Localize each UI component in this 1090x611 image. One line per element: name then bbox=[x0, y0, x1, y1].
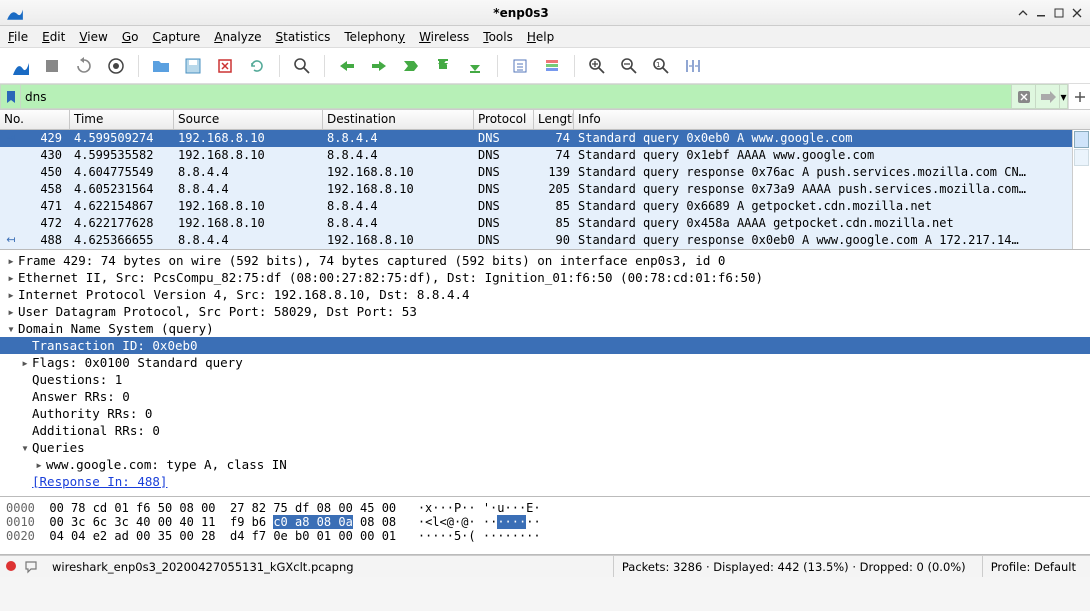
zoom-reset-icon[interactable]: 1 bbox=[647, 52, 675, 80]
packet-column-headers[interactable]: No. Time Source Destination Protocol Len… bbox=[0, 110, 1090, 130]
titlebar: *enp0s3 bbox=[0, 0, 1090, 26]
toolbar: 1 bbox=[0, 48, 1090, 84]
display-filter-bar: ▾ bbox=[0, 84, 1090, 110]
goto-first-icon[interactable] bbox=[429, 52, 457, 80]
capture-options-icon[interactable] bbox=[102, 52, 130, 80]
tree-dns-answer-rrs[interactable]: Answer RRs: 0 bbox=[0, 388, 1090, 405]
display-filter-input[interactable] bbox=[20, 84, 1012, 109]
tree-dns-query-item[interactable]: ▸www.google.com: type A, class IN bbox=[0, 456, 1090, 473]
goto-packet-icon[interactable] bbox=[397, 52, 425, 80]
menu-capture[interactable]: Capture bbox=[152, 30, 200, 44]
menu-edit[interactable]: Edit bbox=[42, 30, 65, 44]
save-file-icon[interactable] bbox=[179, 52, 207, 80]
tree-frame[interactable]: ▸Frame 429: 74 bytes on wire (592 bits),… bbox=[0, 252, 1090, 269]
menu-go[interactable]: Go bbox=[122, 30, 139, 44]
toolbar-separator bbox=[497, 55, 498, 77]
status-profile[interactable]: Profile: Default bbox=[982, 556, 1084, 577]
tree-dns-queries[interactable]: ▾Queries bbox=[0, 439, 1090, 456]
tree-ethernet[interactable]: ▸Ethernet II, Src: PcsCompu_82:75:df (08… bbox=[0, 269, 1090, 286]
wireshark-logo-icon bbox=[6, 4, 24, 22]
packet-row[interactable]: 4304.599535582192.168.8.108.8.4.4DNS74 S… bbox=[0, 147, 1090, 164]
col-header-info[interactable]: Info bbox=[574, 110, 1090, 129]
reload-file-icon[interactable] bbox=[243, 52, 271, 80]
tree-dns-txid[interactable]: Transaction ID: 0x0eb0 bbox=[0, 337, 1090, 354]
packet-rows[interactable]: 4294.599509274192.168.8.108.8.4.4DNS74 S… bbox=[0, 130, 1090, 249]
menu-analyze[interactable]: Analyze bbox=[214, 30, 261, 44]
col-header-proto[interactable]: Protocol bbox=[474, 110, 534, 129]
packet-row[interactable]: 4884.6253666558.8.4.4192.168.8.10DNS90 S… bbox=[0, 232, 1090, 249]
apply-filter-icon[interactable] bbox=[1036, 84, 1060, 109]
close-file-icon[interactable] bbox=[211, 52, 239, 80]
col-header-src[interactable]: Source bbox=[174, 110, 323, 129]
menu-statistics[interactable]: Statistics bbox=[276, 30, 331, 44]
statusbar: wireshark_enp0s3_20200427055131_kGXclt.p… bbox=[0, 555, 1090, 577]
tree-dns-authority-rrs[interactable]: Authority RRs: 0 bbox=[0, 405, 1090, 422]
zoom-in-icon[interactable] bbox=[583, 52, 611, 80]
go-forward-icon[interactable] bbox=[365, 52, 393, 80]
open-file-icon[interactable] bbox=[147, 52, 175, 80]
col-header-len[interactable]: Length bbox=[534, 110, 574, 129]
toolbar-separator bbox=[279, 55, 280, 77]
tree-dns-additional-rrs[interactable]: Additional RRs: 0 bbox=[0, 422, 1090, 439]
window-close-icon[interactable] bbox=[1070, 6, 1084, 20]
tree-udp[interactable]: ▸User Datagram Protocol, Src Port: 58029… bbox=[0, 303, 1090, 320]
tree-dns-response-link[interactable]: [Response In: 488] bbox=[0, 473, 1090, 490]
bookmark-filter-icon[interactable] bbox=[0, 84, 20, 109]
tree-ip[interactable]: ▸Internet Protocol Version 4, Src: 192.1… bbox=[0, 286, 1090, 303]
toolbar-separator bbox=[138, 55, 139, 77]
col-header-time[interactable]: Time bbox=[70, 110, 174, 129]
packet-list: No. Time Source Destination Protocol Len… bbox=[0, 110, 1090, 249]
menubar: File Edit View Go Capture Analyze Statis… bbox=[0, 26, 1090, 48]
packet-row[interactable]: 4504.6047755498.8.4.4192.168.8.10DNS139 … bbox=[0, 164, 1090, 181]
go-back-icon[interactable] bbox=[333, 52, 361, 80]
col-header-no[interactable]: No. bbox=[0, 110, 70, 129]
find-packet-icon[interactable] bbox=[288, 52, 316, 80]
menu-file[interactable]: File bbox=[8, 30, 28, 44]
goto-last-icon[interactable] bbox=[461, 52, 489, 80]
menu-tools[interactable]: Tools bbox=[483, 30, 513, 44]
packet-row[interactable]: 4294.599509274192.168.8.108.8.4.4DNS74 S… bbox=[0, 130, 1090, 147]
colorize-icon[interactable] bbox=[538, 52, 566, 80]
packet-minimap[interactable] bbox=[1072, 130, 1090, 249]
packet-row[interactable]: 4584.6052315648.8.4.4192.168.8.10DNS205 … bbox=[0, 181, 1090, 198]
window-title: *enp0s3 bbox=[30, 6, 1012, 20]
svg-text:1: 1 bbox=[656, 61, 660, 69]
zoom-out-icon[interactable] bbox=[615, 52, 643, 80]
packet-row[interactable]: 4724.622177628192.168.8.108.8.4.4DNS85 S… bbox=[0, 215, 1090, 232]
expert-info-icon[interactable] bbox=[6, 560, 16, 574]
resize-columns-icon[interactable] bbox=[679, 52, 707, 80]
filter-dropdown-icon[interactable]: ▾ bbox=[1060, 84, 1068, 109]
add-filter-button-icon[interactable] bbox=[1068, 84, 1090, 109]
autoscroll-icon[interactable] bbox=[506, 52, 534, 80]
status-file: wireshark_enp0s3_20200427055131_kGXclt.p… bbox=[46, 560, 605, 574]
toolbar-separator bbox=[574, 55, 575, 77]
menu-help[interactable]: Help bbox=[527, 30, 554, 44]
status-packet-stats: Packets: 3286 · Displayed: 442 (13.5%) ·… bbox=[613, 556, 974, 577]
tree-dns-questions[interactable]: Questions: 1 bbox=[0, 371, 1090, 388]
window-minimize-icon[interactable] bbox=[1034, 6, 1048, 20]
capture-comment-icon[interactable] bbox=[24, 560, 38, 574]
menu-telephony[interactable]: Telephony bbox=[344, 30, 405, 44]
packet-bytes[interactable]: 0000 00 78 cd 01 f6 50 08 00 27 82 75 df… bbox=[0, 497, 1090, 555]
window-maximize-icon[interactable] bbox=[1052, 6, 1066, 20]
tree-dns-flags[interactable]: ▸Flags: 0x0100 Standard query bbox=[0, 354, 1090, 371]
restart-capture-icon[interactable] bbox=[70, 52, 98, 80]
menu-view[interactable]: View bbox=[79, 30, 107, 44]
current-packet-marker-icon: ⇥ bbox=[2, 131, 20, 144]
packet-row[interactable]: 4714.622154867192.168.8.108.8.4.4DNS85 S… bbox=[0, 198, 1090, 215]
menu-wireless[interactable]: Wireless bbox=[419, 30, 469, 44]
packet-details[interactable]: ▸Frame 429: 74 bytes on wire (592 bits),… bbox=[0, 249, 1090, 497]
clear-filter-icon[interactable] bbox=[1012, 84, 1036, 109]
start-capture-icon[interactable] bbox=[6, 52, 34, 80]
related-packet-marker-icon: ↤ bbox=[2, 233, 20, 246]
window-roll-icon[interactable] bbox=[1016, 6, 1030, 20]
toolbar-separator bbox=[324, 55, 325, 77]
tree-dns[interactable]: ▾Domain Name System (query) bbox=[0, 320, 1090, 337]
col-header-dst[interactable]: Destination bbox=[323, 110, 474, 129]
stop-capture-icon[interactable] bbox=[38, 52, 66, 80]
